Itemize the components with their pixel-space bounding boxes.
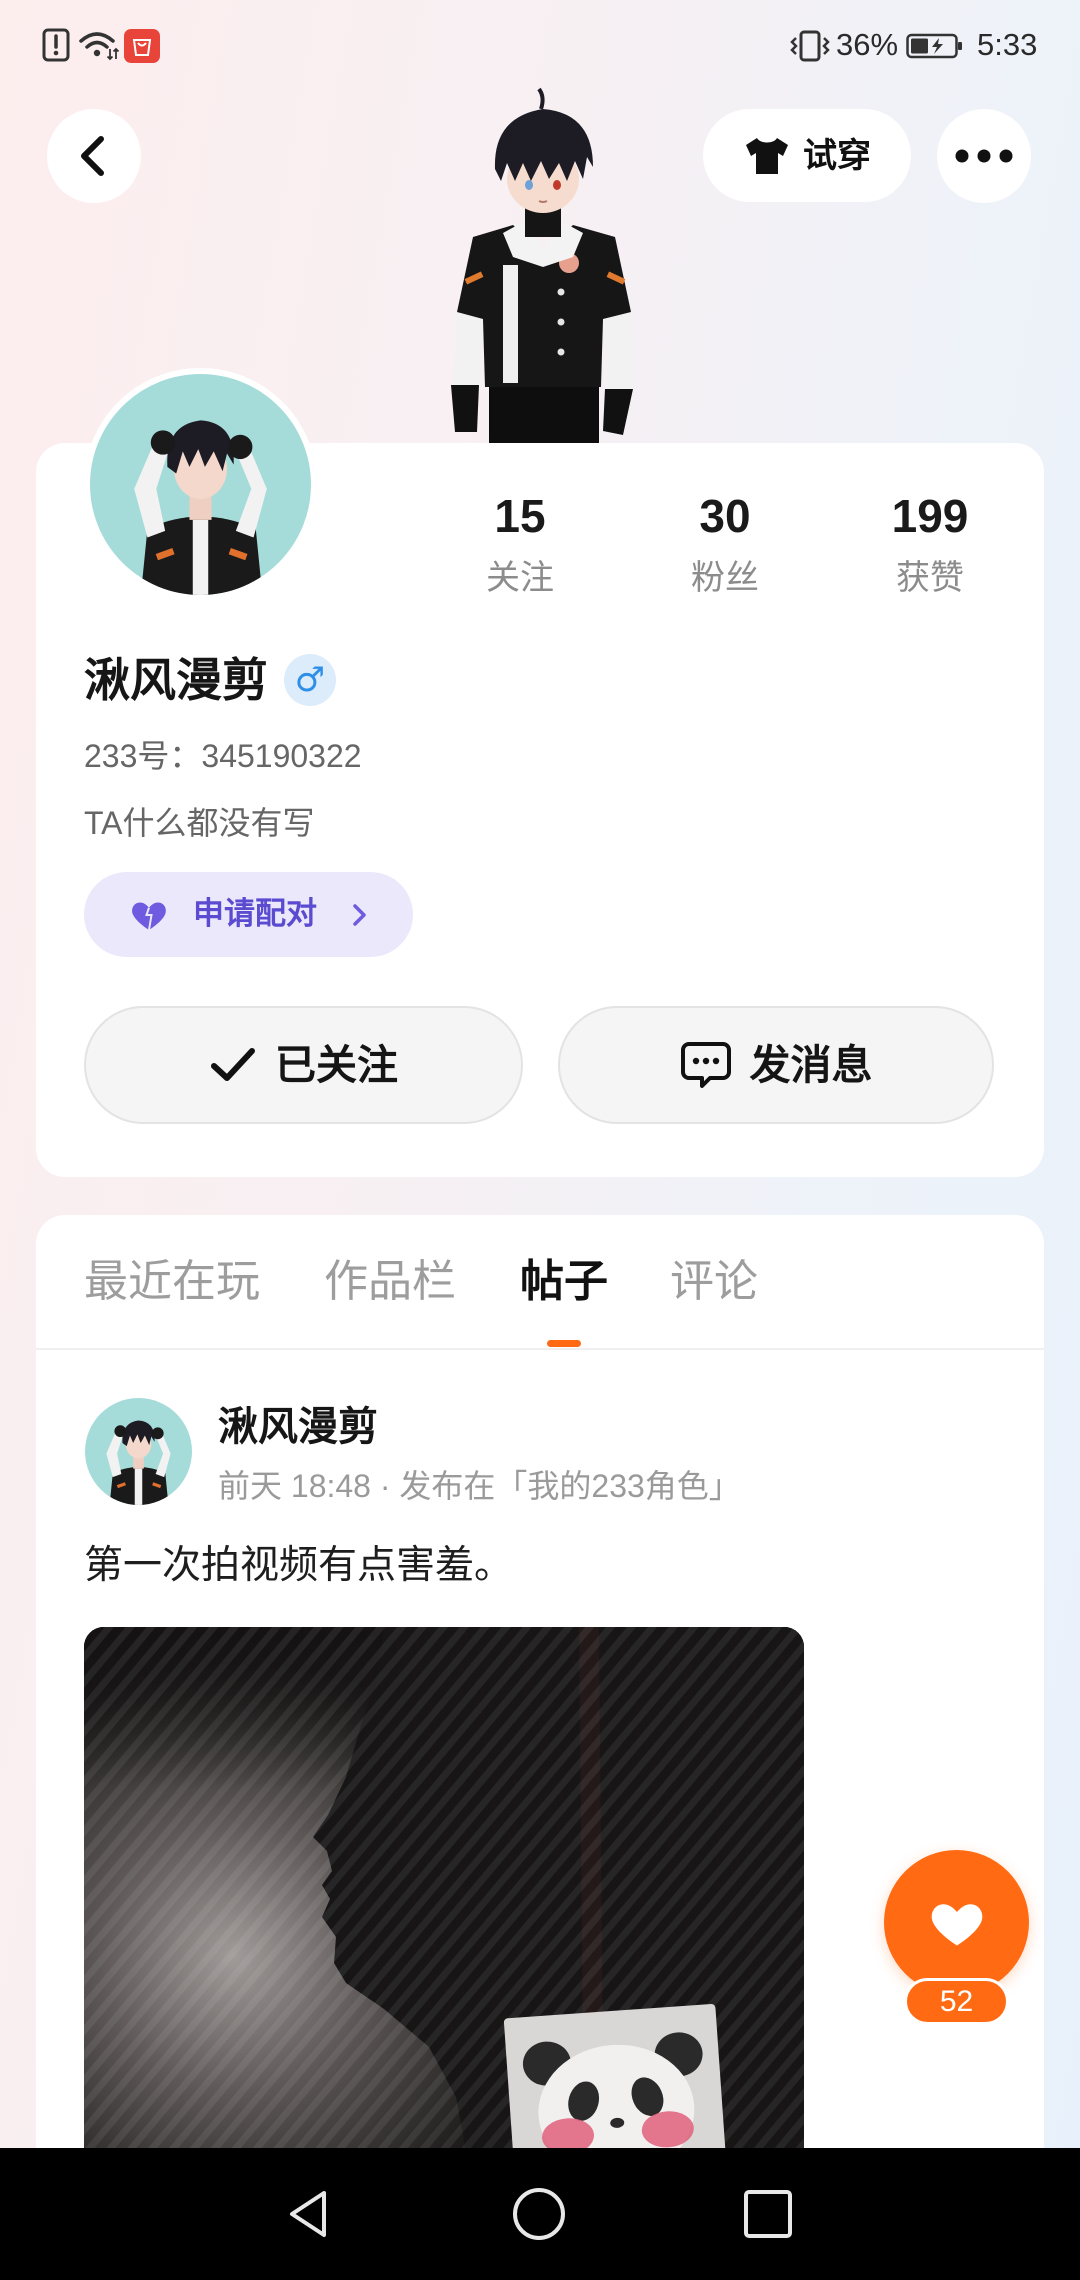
avatar-character-image (134, 420, 267, 595)
request-pairing-button[interactable]: 申请配对 (84, 872, 413, 957)
post-text: 第一次拍视频有点害羞。 (84, 1544, 514, 1587)
male-gender-icon: ♂ (284, 654, 336, 706)
followers-label: 粉丝 (691, 559, 759, 597)
heart-icon (132, 902, 166, 931)
chat-bubble-icon (680, 1042, 731, 1088)
avatar-character-image (106, 1420, 171, 1505)
try-on-label: 试穿 (803, 136, 871, 175)
nav-home-icon[interactable] (509, 2184, 569, 2244)
tab-works[interactable]: 作品栏 (324, 1254, 456, 1310)
profile-name-row: 湫风漫剪 ♂ (84, 650, 336, 710)
avatar-character (106, 1420, 171, 1505)
back-button[interactable] (47, 109, 141, 203)
checkmark-icon (211, 1048, 255, 1081)
status-bar: 36% 5:33 (0, 0, 1080, 87)
tab-posts[interactable]: 帖子 (520, 1254, 608, 1310)
content-tabs-card: 最近在玩 作品栏 帖子 评论 湫风漫剪 前天 18:48 · 发布在「我的233… (36, 1215, 1044, 2148)
tshirt-icon (746, 137, 788, 174)
like-button[interactable] (884, 1850, 1029, 1995)
chevron-right-icon (353, 904, 366, 926)
nav-back-icon[interactable] (278, 2184, 338, 2244)
character-body (451, 87, 635, 443)
send-message-button[interactable]: 发消息 (558, 1006, 994, 1124)
vibrate-icon (790, 30, 830, 62)
stat-likes[interactable]: 199 获赞 (840, 489, 1020, 599)
send-message-label: 发消息 (749, 1042, 873, 1088)
request-pairing-label: 申请配对 (193, 896, 317, 931)
profile-bio: TA什么都没有写 (84, 805, 315, 841)
battery-charging-icon (906, 33, 962, 59)
video-frame (84, 1627, 804, 2148)
tab-divider (36, 1348, 1044, 1350)
active-tab-indicator (547, 1340, 581, 1347)
more-dots-icon (955, 149, 1013, 163)
heart-icon (931, 1903, 982, 1945)
avatar-character (134, 420, 267, 595)
profile-avatar[interactable] (84, 368, 317, 601)
following-label: 已关注 (275, 1042, 398, 1088)
following-button[interactable]: 已关注 (84, 1006, 523, 1124)
post-author-avatar[interactable] (85, 1398, 192, 1505)
tab-recently-played[interactable]: 最近在玩 (84, 1254, 260, 1310)
profile-card: 15 关注 30 粉丝 199 获赞 湫风漫剪 ♂ 233号：345190322… (36, 368, 1044, 1177)
like-count-badge: 52 (904, 1978, 1009, 2025)
more-options-button[interactable] (937, 109, 1031, 203)
tab-comments[interactable]: 评论 (670, 1254, 758, 1310)
likes-count: 199 (891, 490, 969, 542)
stat-following[interactable]: 15 关注 (430, 489, 610, 599)
following-label: 关注 (486, 559, 554, 597)
battery-percentage: 36% (836, 27, 899, 62)
system-navigation-bar (0, 2148, 1080, 2280)
try-on-button[interactable]: 试穿 (703, 109, 911, 202)
profile-name: 湫风漫剪 (84, 654, 268, 706)
clock-time: 5:33 (977, 27, 1038, 62)
wifi-icon (79, 32, 120, 61)
nav-recents-icon[interactable] (738, 2184, 798, 2244)
character-model-figure (451, 87, 635, 443)
profile-id: 233号：345190322 (84, 738, 362, 774)
followers-count: 30 (699, 490, 751, 542)
alert-notification-icon (42, 28, 70, 62)
stat-followers[interactable]: 30 粉丝 (635, 489, 815, 599)
appgallery-icon (124, 29, 160, 63)
post-video[interactable] (84, 1627, 804, 2148)
post-author-name[interactable]: 湫风漫剪 (218, 1402, 378, 1452)
following-count: 15 (494, 490, 546, 542)
post-meta: 前天 18:48 · 发布在「我的233角色」 (218, 1468, 741, 1504)
panda-sticker (503, 2004, 728, 2148)
likes-label: 获赞 (896, 559, 964, 597)
chevron-left-icon (81, 136, 104, 176)
